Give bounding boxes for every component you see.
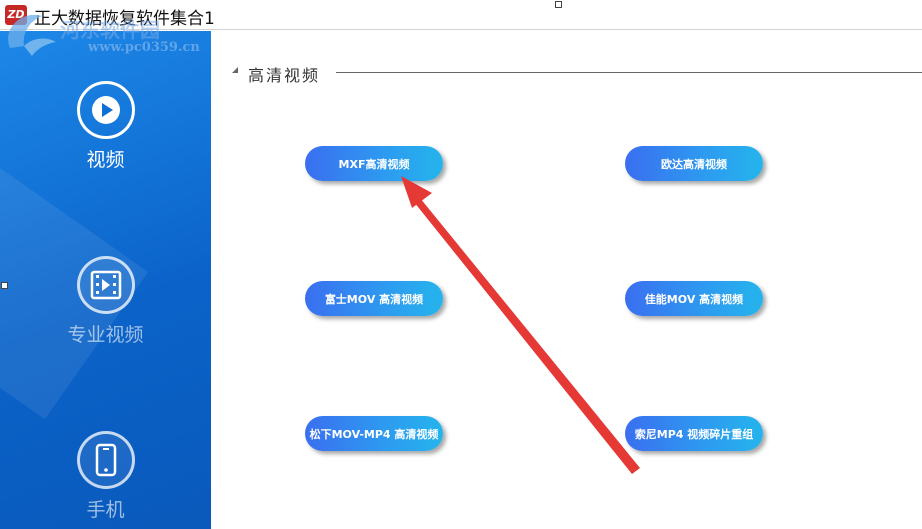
sidebar-item-label: 手机 [86,499,125,521]
sidebar-item-phone[interactable]: 手机 [0,431,211,522]
play-icon [76,81,135,139]
resize-handle-left[interactable] [1,282,8,289]
panasonic-mov-mp4-hd-video-button[interactable]: 松下MOV-MP4 高清视频 [305,416,443,451]
resize-handle-top[interactable] [555,1,562,8]
mxf-hd-video-button[interactable]: MXF高清视频 [305,146,443,181]
watermark-logo [8,14,56,56]
sony-mp4-fragment-rebuild-button[interactable]: 索尼MP4 视频碎片重组 [625,416,763,451]
sidebar-item-label: 视频 [86,149,125,171]
section-header: 高清视频 [232,62,922,85]
collapse-triangle-icon[interactable] [232,67,238,73]
sidebar-item-pro-video[interactable]: 专业视频 [0,256,211,347]
canon-mov-hd-video-button[interactable]: 佳能MOV 高清视频 [625,281,763,316]
ouda-hd-video-button[interactable]: 欧达高清视频 [625,146,763,181]
section-divider [336,72,922,73]
watermark-text: 河东软件园 [60,18,160,42]
sidebar-item-label: 专业视频 [67,324,144,346]
fuji-mov-hd-video-button[interactable]: 富士MOV 高清视频 [305,281,443,316]
section-title: 高清视频 [248,66,321,85]
watermark-url: www.pc0359.cn [88,40,200,55]
sidebar: 视频 专业视频 手机 [0,31,211,529]
sidebar-item-video[interactable]: 视频 [0,81,211,172]
film-icon [76,256,135,314]
phone-icon [76,431,135,489]
